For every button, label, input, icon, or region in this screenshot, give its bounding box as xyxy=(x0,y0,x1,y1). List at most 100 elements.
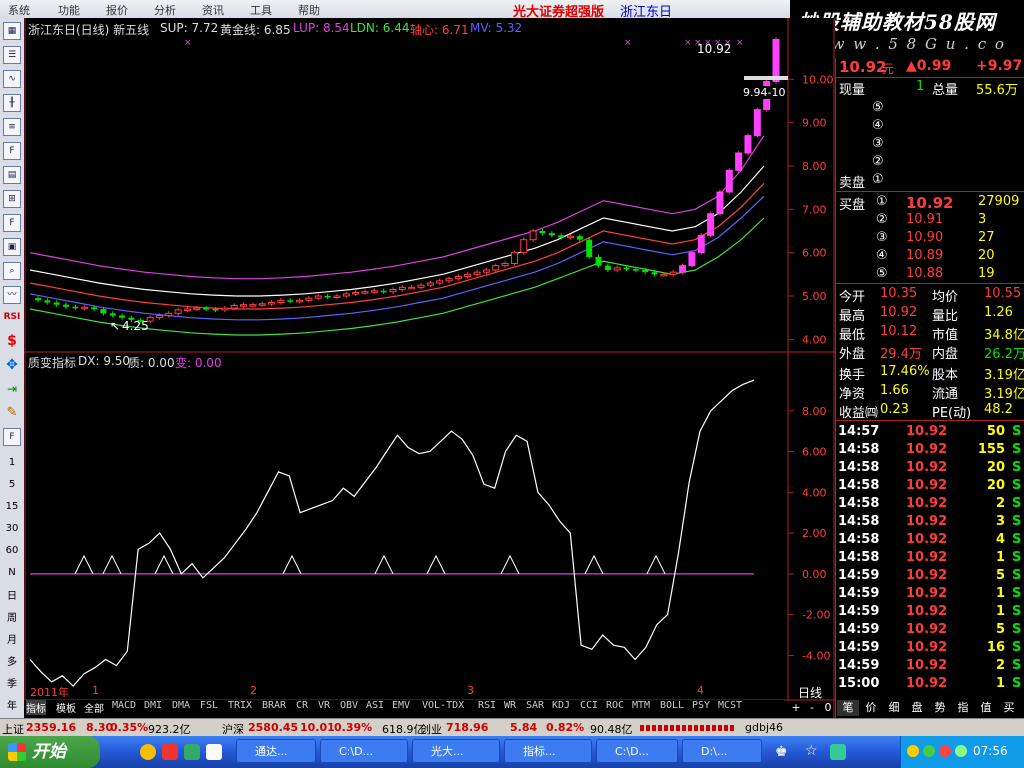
indicator-tab[interactable]: OBV xyxy=(340,700,358,711)
indicator-tab[interactable]: BOLL xyxy=(660,700,684,711)
menu-quote[interactable]: 报价 xyxy=(106,2,128,18)
period-1min[interactable]: 1 xyxy=(3,454,21,472)
nav-zero[interactable]: 0 xyxy=(821,700,835,716)
indicator-tab[interactable]: MTM xyxy=(632,700,650,711)
dollar-icon[interactable]: $ xyxy=(3,332,21,350)
indicator-tab[interactable]: CCI xyxy=(580,700,598,711)
nav-plus[interactable]: + xyxy=(789,700,803,716)
period-30min[interactable]: 30 xyxy=(3,520,21,538)
sell-level-row[interactable]: ⑤ xyxy=(836,100,1024,118)
period-day[interactable]: 日 xyxy=(3,588,21,606)
indicator-tab[interactable]: KDJ xyxy=(552,700,570,711)
period-multi[interactable]: 多 xyxy=(3,654,21,672)
f5-icon[interactable]: F xyxy=(3,428,21,446)
sell-level-row[interactable]: ② xyxy=(836,154,1024,172)
indicator-tab[interactable]: TRIX xyxy=(228,700,252,711)
indicator-tab[interactable]: BRAR xyxy=(262,700,286,711)
start-button[interactable]: 开始 xyxy=(0,736,100,768)
indicator-tab[interactable]: SAR xyxy=(526,700,544,711)
quicklaunch-4-icon[interactable] xyxy=(206,744,222,760)
detail-tab[interactable]: 价 xyxy=(860,700,882,716)
detail-tab[interactable]: 盘 xyxy=(906,700,928,716)
indicator-tab[interactable]: MCST xyxy=(718,700,742,711)
tray-icon-3[interactable] xyxy=(939,745,951,757)
menu-info[interactable]: 资讯 xyxy=(202,2,224,18)
news-icon[interactable]: ≡ xyxy=(3,118,21,136)
table-icon[interactable]: ⊞ xyxy=(3,190,21,208)
candle-icon[interactable]: ╫ xyxy=(3,94,21,112)
indicator-tab[interactable]: CR xyxy=(296,700,308,711)
sell-level-row[interactable]: ④ xyxy=(836,118,1024,136)
nav-minus[interactable]: - xyxy=(805,700,819,716)
window-icon[interactable]: ▣ xyxy=(3,238,21,256)
indicator-tab[interactable]: ASI xyxy=(366,700,384,711)
report-icon[interactable]: ▤ xyxy=(3,166,21,184)
magnifier-icon[interactable]: ⌕ xyxy=(3,262,21,280)
task-guangda[interactable]: 光大... xyxy=(412,739,500,763)
buy-level-row[interactable]: ③ 10.90 27 xyxy=(836,230,1024,248)
indicator-tab[interactable]: FSL xyxy=(200,700,218,711)
star-icon[interactable]: ☆ xyxy=(805,743,818,759)
menu-tools[interactable]: 工具 xyxy=(250,2,272,18)
period-15min[interactable]: 15 xyxy=(3,498,21,516)
timeframe-label[interactable]: 日线 xyxy=(798,684,822,701)
period-quarter[interactable]: 季 xyxy=(3,676,21,694)
period-n[interactable]: N xyxy=(3,564,21,582)
detail-tab[interactable]: 笔 xyxy=(837,700,859,716)
buy-level-row[interactable]: ④ 10.89 20 xyxy=(836,248,1024,266)
indicator-tab[interactable]: 全部 xyxy=(84,700,104,715)
quicklaunch-3-icon[interactable] xyxy=(184,744,200,760)
quicklaunch-icon[interactable] xyxy=(140,744,156,760)
indicator-tab[interactable]: DMI xyxy=(144,700,162,711)
line-chart-icon[interactable]: ∿ xyxy=(3,70,21,88)
period-week[interactable]: 周 xyxy=(3,610,21,628)
task-indicator[interactable]: 指标... xyxy=(504,739,592,763)
f10-icon[interactable]: F xyxy=(3,142,21,160)
indicator-tab[interactable]: VOL-TDX xyxy=(422,700,464,711)
period-year[interactable]: 年 xyxy=(3,698,21,716)
detail-tab[interactable]: 买 xyxy=(998,700,1020,716)
indicator-tab[interactable]: DMA xyxy=(172,700,190,711)
task-tdx[interactable]: 通达... xyxy=(236,739,316,763)
period-60min[interactable]: 60 xyxy=(3,542,21,560)
tray-icon-2[interactable] xyxy=(923,745,935,757)
exit-icon[interactable]: ⇥ xyxy=(3,380,21,398)
indicator-tab[interactable]: PSY xyxy=(692,700,710,711)
indicator-tab[interactable]: WR xyxy=(504,700,516,711)
menu-help[interactable]: 帮助 xyxy=(298,2,320,18)
indicator-tab[interactable]: ROC xyxy=(606,700,624,711)
quicklaunch-5-icon[interactable]: ♚ xyxy=(775,744,788,760)
sell-level-row[interactable]: 卖盘 ① xyxy=(836,172,1024,191)
fin-icon[interactable]: F xyxy=(3,214,21,232)
rsi-button[interactable]: RSI xyxy=(3,308,21,326)
detail-tab[interactable]: 细 xyxy=(883,700,905,716)
sell-level-row[interactable]: ③ xyxy=(836,136,1024,154)
task-folder-3[interactable]: D:\... xyxy=(682,739,762,763)
task-folder-1[interactable]: C:\D... xyxy=(320,739,408,763)
grid-icon[interactable]: ▦ xyxy=(3,22,21,40)
app-icon[interactable] xyxy=(830,744,846,760)
task-folder-2[interactable]: C:\D... xyxy=(596,739,678,763)
indicator-tab[interactable]: RSI xyxy=(478,700,496,711)
menu-analysis[interactable]: 分析 xyxy=(154,2,176,18)
tray-icon-1[interactable] xyxy=(907,745,919,757)
indicator-tab[interactable]: MACD xyxy=(112,700,136,711)
detail-tab[interactable]: 值 xyxy=(975,700,997,716)
indicator-tab[interactable]: VR xyxy=(318,700,330,711)
period-5min[interactable]: 5 xyxy=(3,476,21,494)
menu-system[interactable]: 系统 xyxy=(8,2,30,18)
pencil-icon[interactable]: ✎ xyxy=(3,404,21,422)
indicator-tab[interactable]: 指标 xyxy=(26,700,46,715)
indicator-tab[interactable]: 模板 xyxy=(56,700,76,715)
move-icon[interactable]: ✥ xyxy=(3,356,21,374)
detail-tab[interactable]: 指 xyxy=(952,700,974,716)
buy-level-row[interactable]: ⑤ 10.88 19 xyxy=(836,266,1024,284)
period-month[interactable]: 月 xyxy=(3,632,21,650)
list-icon[interactable]: ☰ xyxy=(3,46,21,64)
quicklaunch-2-icon[interactable] xyxy=(162,744,178,760)
buy-level-row[interactable]: ② 10.91 3 xyxy=(836,212,1024,230)
menu-function[interactable]: 功能 xyxy=(58,2,80,18)
detail-tab[interactable]: 势 xyxy=(929,700,951,716)
tray-icon-4[interactable] xyxy=(955,745,967,757)
indicator-tab[interactable]: EMV xyxy=(392,700,410,711)
